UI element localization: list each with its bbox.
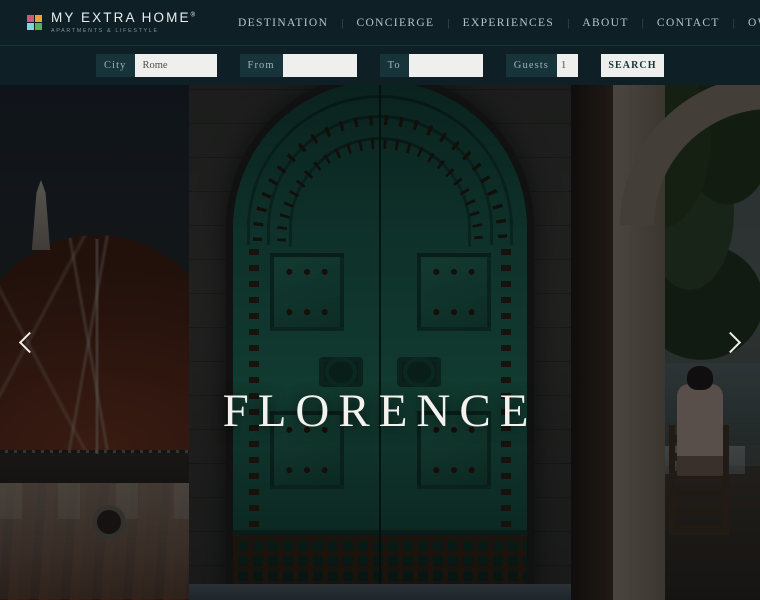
from-label: From: [239, 54, 283, 77]
guests-input[interactable]: [556, 54, 578, 77]
site-header: MY EXTRA HOME® APARTMENTS & LIFESTYLE DE…: [0, 0, 760, 46]
to-label: To: [379, 54, 409, 77]
nav-separator: |: [341, 16, 344, 29]
logo-square-1: [27, 15, 34, 22]
nav-item-contact[interactable]: CONTACT: [657, 17, 720, 29]
logo-squares-icon: [27, 15, 42, 30]
logo-square-2: [35, 15, 42, 22]
nav-separator: |: [567, 16, 570, 29]
brand-trademark: ®: [190, 12, 195, 19]
carousel-next-arrow-icon[interactable]: [716, 322, 750, 364]
logo-square-4: [35, 23, 42, 30]
from-date-input[interactable]: [282, 54, 357, 77]
search-button[interactable]: SEARCH: [600, 54, 664, 77]
brand-wordmark: MY EXTRA HOME® APARTMENTS & LIFESTYLE: [51, 11, 195, 34]
chevron-right-icon: [719, 331, 742, 354]
hero-slide-bronze-door[interactable]: [189, 85, 571, 600]
logo-square-3: [27, 23, 34, 30]
nav-separator: |: [641, 16, 644, 29]
main-navigation: DESTINATION | CONCIERGE | EXPERIENCES | …: [238, 0, 760, 45]
hero-carousel: FLORENCE: [0, 85, 760, 600]
carousel-prev-arrow-icon[interactable]: [10, 322, 44, 364]
nav-item-experiences[interactable]: EXPERIENCES: [463, 17, 555, 29]
brand-name-text: MY EXTRA HOME: [51, 10, 191, 26]
city-input[interactable]: [134, 54, 217, 77]
brand-name: MY EXTRA HOME®: [51, 11, 195, 25]
nav-item-concierge[interactable]: CONCIERGE: [356, 17, 434, 29]
city-label: City: [96, 54, 135, 77]
nav-item-about[interactable]: ABOUT: [582, 17, 628, 29]
nav-item-owners[interactable]: OWNERS: [748, 17, 760, 29]
brand-tagline: APARTMENTS & LIFESTYLE: [51, 27, 159, 34]
from-field-group: From: [239, 54, 357, 77]
to-date-input[interactable]: [408, 54, 483, 77]
nav-separator: |: [447, 16, 450, 29]
guests-label: Guests: [505, 54, 557, 77]
chevron-left-icon: [18, 331, 41, 354]
slide-overlay: [189, 85, 571, 600]
nav-separator: |: [732, 16, 735, 29]
brand-logo[interactable]: MY EXTRA HOME® APARTMENTS & LIFESTYLE: [27, 11, 195, 34]
guests-field-group: Guests: [505, 54, 578, 77]
city-field-group: City: [96, 54, 217, 77]
to-field-group: To: [379, 54, 483, 77]
nav-item-destination[interactable]: DESTINATION: [238, 17, 328, 29]
booking-search-bar: City From To Guests SEARCH: [0, 46, 760, 85]
